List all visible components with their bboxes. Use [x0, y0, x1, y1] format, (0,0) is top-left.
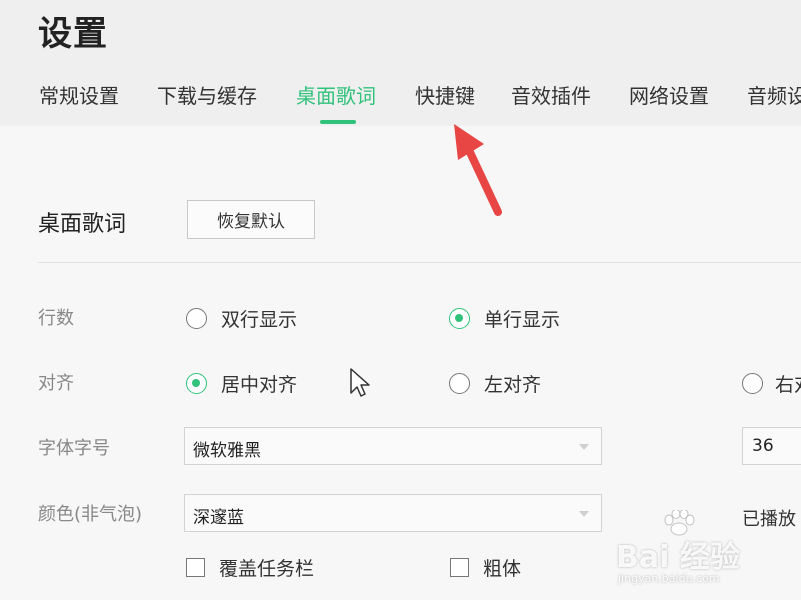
radio-align-left[interactable]: 左对齐: [449, 370, 541, 397]
tab-download-cache[interactable]: 下载与缓存: [157, 80, 257, 109]
radio-label: 单行显示: [484, 309, 561, 331]
checkbox-label: 覆盖任务栏: [219, 558, 315, 580]
align-label: 对齐: [38, 373, 74, 394]
red-arrow-annotation: [454, 124, 502, 216]
color-select[interactable]: 深邃蓝: [184, 494, 602, 532]
page-title: 设置: [38, 14, 108, 54]
checkbox-label: 粗体: [483, 558, 522, 580]
watermark-brand: Bai 经验: [616, 540, 740, 575]
tab-network[interactable]: 网络设置: [629, 80, 709, 109]
radio-double-line[interactable]: 双行显示: [186, 305, 297, 332]
tab-general[interactable]: 常规设置: [39, 80, 119, 109]
radio-circle: [186, 308, 207, 329]
font-size-value: 36: [752, 436, 774, 456]
settings-header: 设置 常规设置 下载与缓存 桌面歌词 快捷键 音效插件 网络设置 音频设: [0, 0, 801, 126]
radio-label: 居中对齐: [221, 374, 298, 396]
radio-circle-checked: [186, 373, 207, 394]
radio-single-line[interactable]: 单行显示: [449, 305, 560, 332]
chevron-down-icon: [579, 444, 589, 450]
restore-defaults-button[interactable]: 恢复默认: [187, 200, 315, 239]
tab-sound-plugins[interactable]: 音效插件: [511, 80, 591, 109]
checkbox-square: [450, 558, 469, 577]
color-value: 深邃蓝: [193, 508, 244, 528]
mouse-cursor-icon: [350, 368, 370, 397]
font-label: 字体字号: [38, 438, 110, 459]
checkbox-square: [186, 558, 205, 577]
baidu-jingyan-watermark: Bai 经验 jingyan.baidu.com: [612, 510, 792, 594]
color-label: 颜色(非气泡): [38, 504, 143, 525]
radio-label: 左对齐: [484, 374, 542, 396]
checkbox-cover-taskbar[interactable]: 覆盖任务栏: [186, 554, 314, 581]
chevron-down-icon: [579, 511, 589, 517]
checkbox-bold[interactable]: 粗体: [450, 554, 521, 581]
radio-align-center[interactable]: 居中对齐: [186, 370, 297, 397]
font-size-select[interactable]: 36: [742, 427, 801, 465]
tab-desktop-lyrics[interactable]: 桌面歌词: [296, 80, 376, 109]
radio-label: 双行显示: [221, 309, 298, 331]
radio-label: 右对: [775, 374, 801, 396]
watermark-site: jingyan.baidu.com: [618, 572, 720, 585]
divider: [38, 262, 801, 263]
font-family-select[interactable]: 微软雅黑: [184, 427, 602, 465]
radio-circle: [742, 373, 763, 394]
active-tab-indicator: [320, 120, 356, 124]
lines-label: 行数: [38, 308, 74, 329]
radio-align-right[interactable]: 右对: [742, 370, 801, 397]
section-title: 桌面歌词: [38, 212, 127, 237]
radio-circle-checked: [449, 308, 470, 329]
tab-audio[interactable]: 音频设: [747, 80, 801, 109]
radio-circle: [449, 373, 470, 394]
font-family-value: 微软雅黑: [193, 441, 261, 461]
tab-shortcuts[interactable]: 快捷键: [415, 80, 475, 109]
